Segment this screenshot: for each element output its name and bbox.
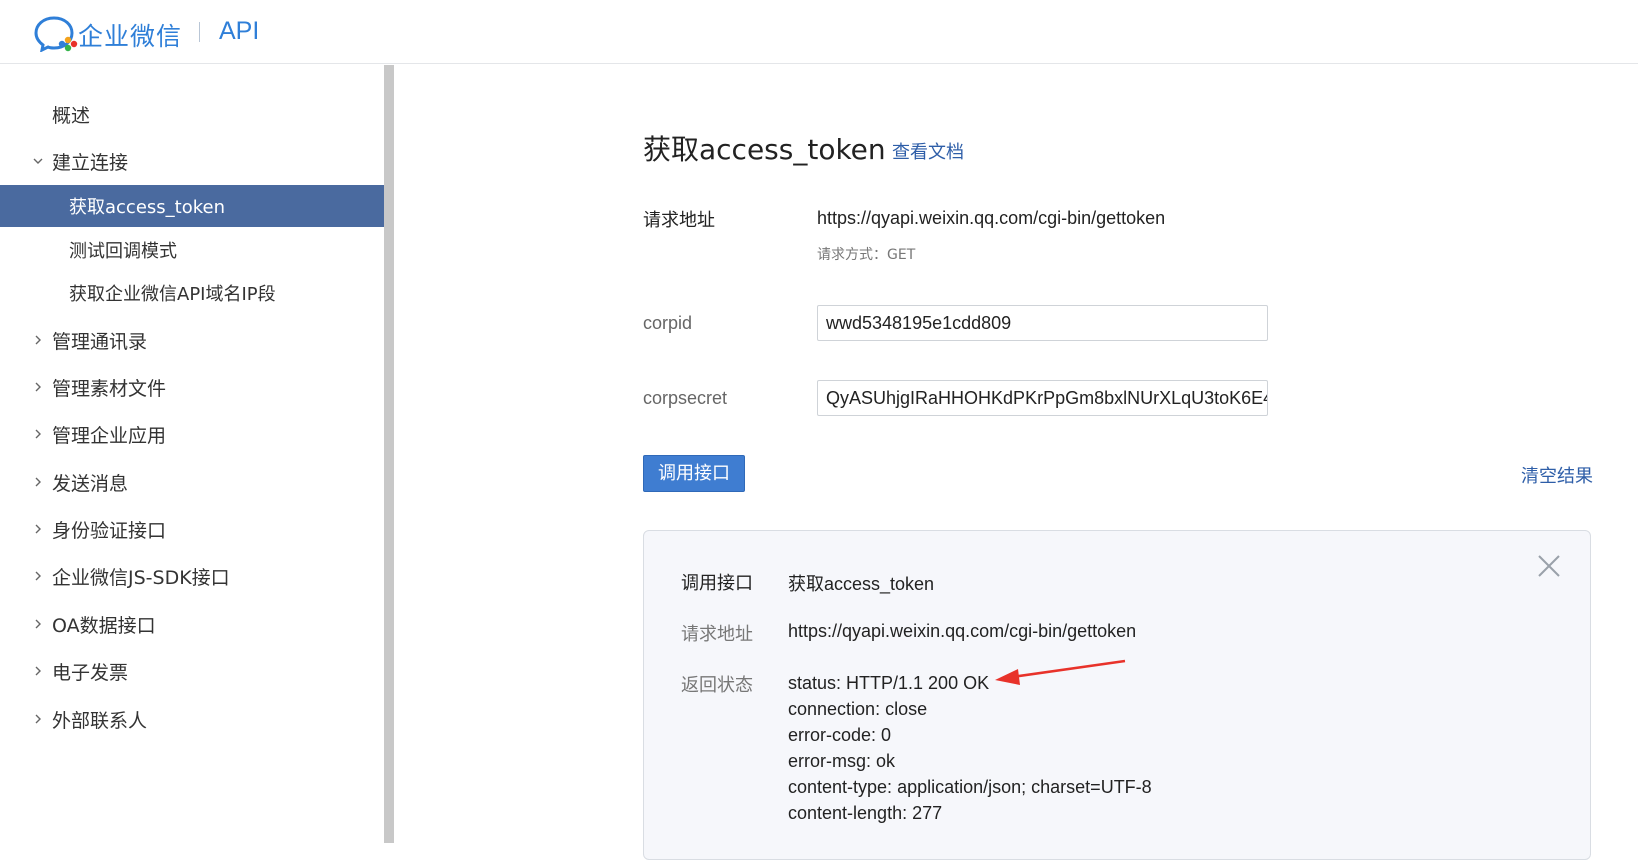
sidebar-item-label: 电子发票 — [52, 661, 129, 684]
status-line: error-msg: ok — [788, 751, 896, 771]
chevron-right-icon — [31, 617, 45, 631]
close-icon[interactable] — [1536, 553, 1562, 579]
clear-results-link[interactable]: 清空结果 — [1521, 462, 1593, 488]
sidebar-item-label: 建立连接 — [52, 151, 129, 174]
result-api-value: 获取access_token — [788, 574, 935, 594]
sidebar-item-label: OA数据接口 — [52, 614, 156, 637]
chevron-right-icon — [31, 712, 45, 726]
corpid-input[interactable]: wwd5348195e1cdd809 — [817, 305, 1268, 341]
sidebar-item-label: 外部联系人 — [52, 709, 148, 732]
sidebar-item-label: 测试回调模式 — [69, 241, 177, 262]
sidebar-item-label: 管理素材文件 — [52, 377, 167, 400]
sidebar-item[interactable]: 发送消息 — [0, 461, 384, 503]
result-status-label: 返回状态 — [681, 675, 753, 696]
sidebar-item[interactable]: OA数据接口 — [0, 603, 384, 645]
brand-api-label[interactable]: API — [219, 17, 259, 46]
corpid-label: corpid — [643, 313, 693, 333]
corpsecret-input[interactable]: QyASUhjgIRaHHOHKdPKrPpGm8bxlNUrXLqU3toK6… — [817, 380, 1268, 416]
red-arrow-annotation — [995, 659, 1126, 685]
chevron-right-icon — [31, 427, 45, 441]
corpsecret-label: corpsecret — [643, 388, 728, 408]
sidebar-item[interactable]: 管理企业应用 — [0, 413, 384, 455]
sidebar-item[interactable]: 管理素材文件 — [0, 366, 384, 408]
wecom-logo-icon[interactable] — [32, 14, 84, 52]
result-api-label: 调用接口 — [681, 573, 753, 594]
sidebar-item[interactable]: 电子发票 — [0, 650, 384, 692]
status-line: content-length: 277 — [788, 803, 943, 823]
sidebar-item-label: 企业微信JS-SDK接口 — [52, 566, 230, 589]
chevron-down-icon — [31, 154, 45, 168]
call-api-button[interactable]: 调用接口 — [643, 455, 745, 492]
chevron-right-icon — [31, 380, 45, 394]
request-url-label: 请求地址 — [643, 210, 715, 231]
sidebar-item[interactable]: 管理通讯录 — [0, 319, 384, 361]
sidebar-item[interactable]: 身份验证接口 — [0, 508, 384, 550]
result-url-label: 请求地址 — [681, 624, 753, 645]
sidebar-item-label: 获取access_token — [69, 197, 225, 218]
request-method-hint: 请求方式：GET — [817, 247, 916, 263]
sidebar-item-label: 管理通讯录 — [52, 330, 148, 353]
sidebar-item-label: 概述 — [52, 104, 91, 127]
sidebar-item[interactable]: 获取企业微信API域名IP段 — [0, 272, 384, 314]
sidebar-item-label: 发送消息 — [52, 472, 129, 495]
sidebar-scrollbar[interactable] — [384, 65, 394, 843]
sidebar-item[interactable]: 概述 — [0, 93, 384, 135]
chevron-right-icon — [31, 475, 45, 489]
top-header: 企业微信 API — [0, 0, 1638, 64]
page-title: 获取access_token — [643, 133, 886, 166]
status-line: connection: close — [788, 699, 928, 719]
sidebar-item[interactable]: 企业微信JS-SDK接口 — [0, 555, 384, 597]
sidebar-item-label: 管理企业应用 — [52, 424, 167, 447]
chevron-right-icon — [31, 522, 45, 536]
chevron-right-icon — [31, 569, 45, 583]
sidebar-item[interactable]: 外部联系人 — [0, 698, 384, 740]
sidebar-item-label: 身份验证接口 — [52, 519, 167, 542]
brand-name[interactable]: 企业微信 — [78, 17, 182, 53]
sidebar-item[interactable]: 获取access_token — [0, 185, 384, 227]
sidebar-item-label: 获取企业微信API域名IP段 — [69, 284, 276, 305]
sidebar-nav: 概述建立连接获取access_token 测试回调模式获取企业微信API域名IP段… — [0, 65, 385, 843]
chevron-right-icon — [31, 333, 45, 347]
request-url-value: https://qyapi.weixin.qq.com/cgi-bin/gett… — [817, 208, 1166, 228]
view-docs-link[interactable]: 查看文档 — [892, 138, 964, 164]
result-status-lines: status: HTTP/1.1 200 OK connection: clos… — [788, 670, 1152, 826]
status-line: error-code: 0 — [788, 725, 892, 745]
chevron-right-icon — [31, 664, 45, 678]
sidebar-item[interactable]: 测试回调模式 — [0, 229, 384, 271]
brand-divider — [199, 22, 200, 42]
status-line: content-type: application/json; charset=… — [788, 777, 1152, 797]
sidebar-item[interactable]: 建立连接 — [0, 140, 384, 182]
result-url-value: https://qyapi.weixin.qq.com/cgi-bin/gett… — [788, 621, 1137, 641]
